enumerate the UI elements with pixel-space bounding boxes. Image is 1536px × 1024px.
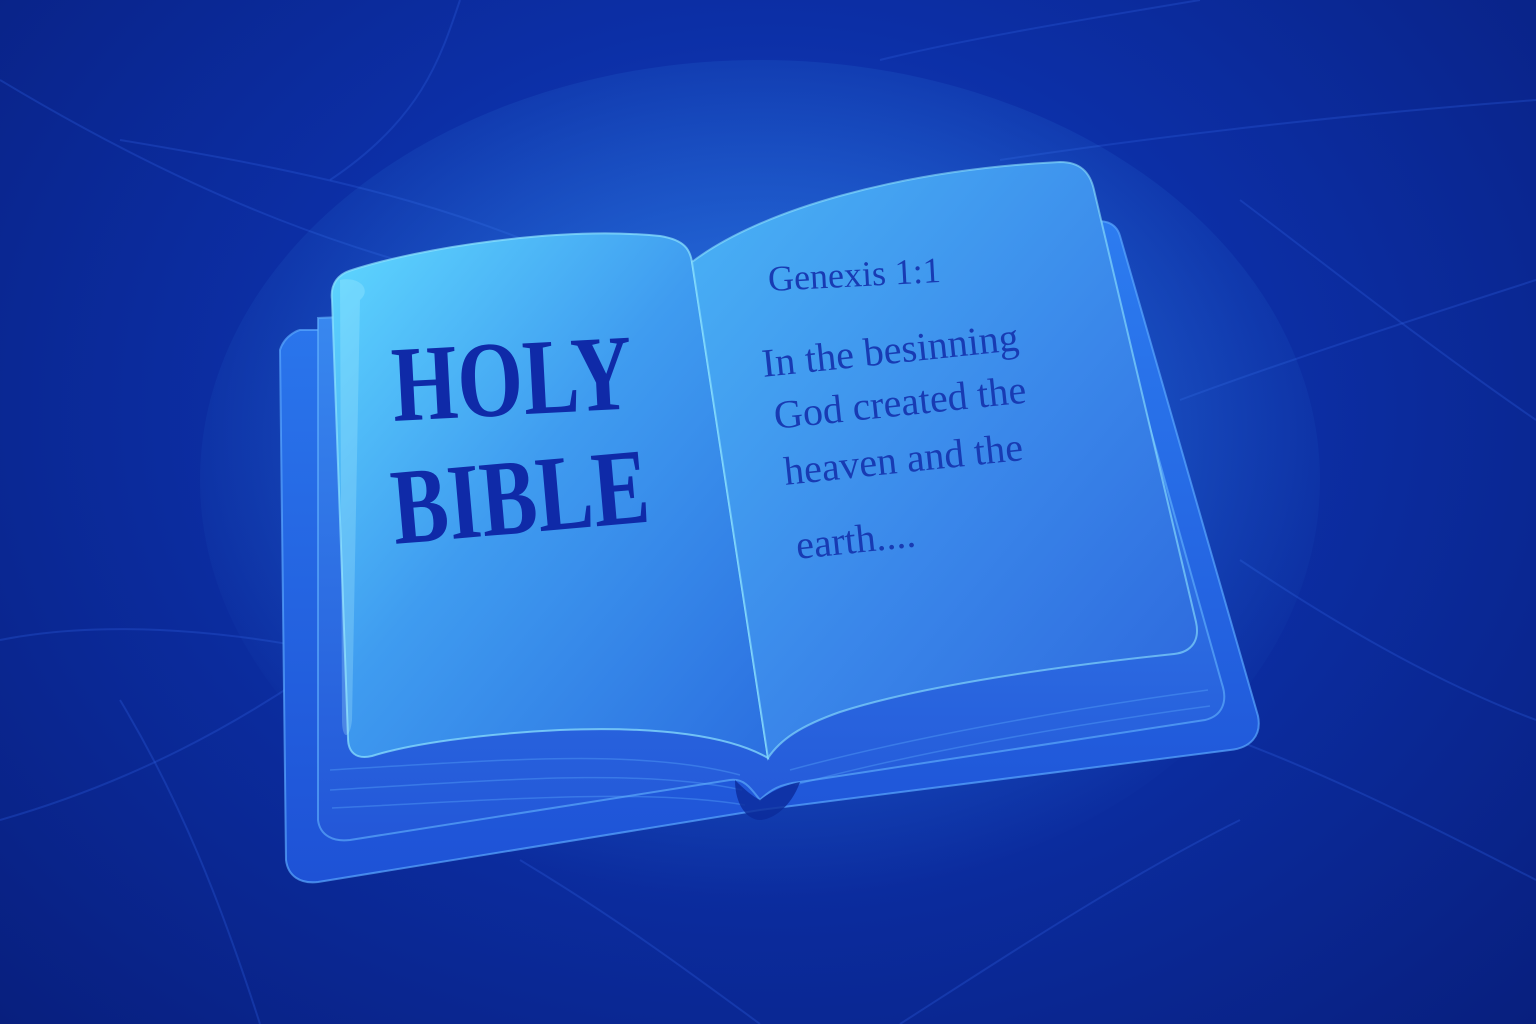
scene: HOLY BIBLE Genexis 1:1 In the besinning … <box>0 0 1536 1024</box>
title-line-holy: HOLY <box>388 313 636 445</box>
title-line-bible: BIBLE <box>386 426 654 568</box>
open-book <box>200 60 1320 900</box>
